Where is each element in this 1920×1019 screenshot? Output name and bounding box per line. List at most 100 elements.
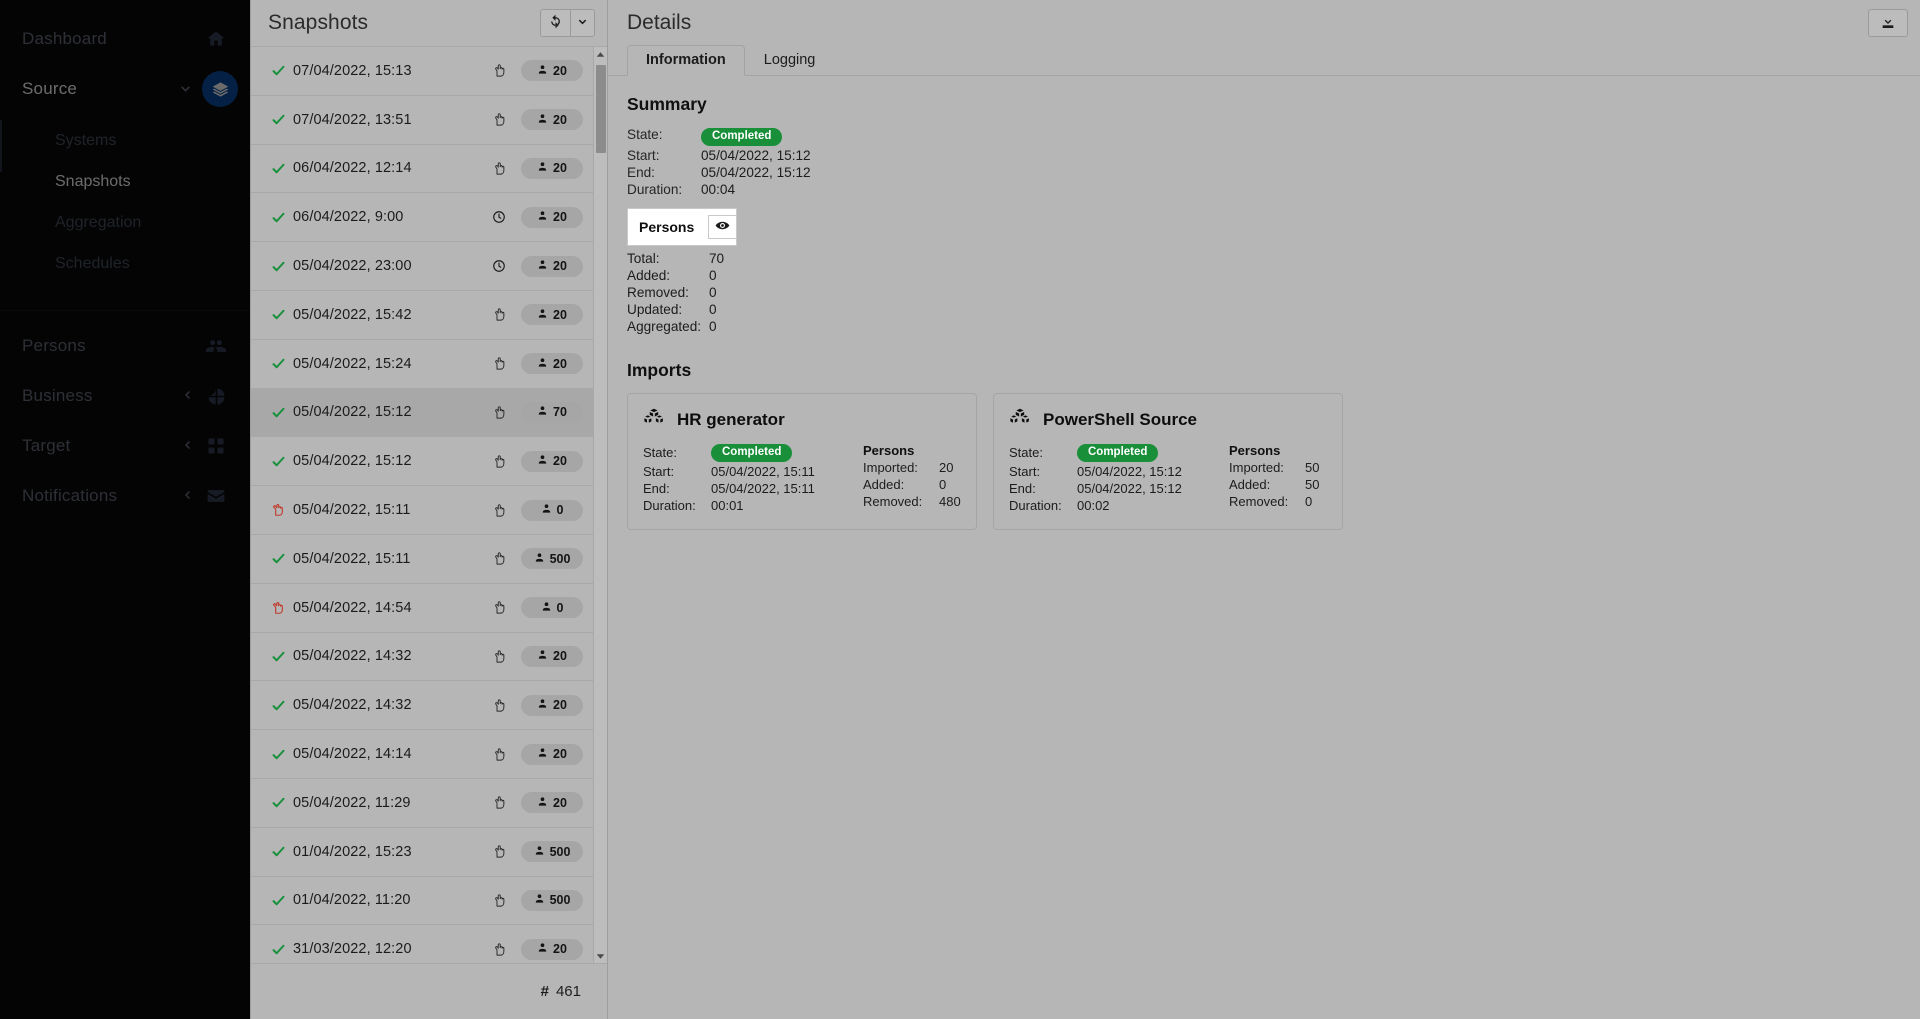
person-icon [537, 210, 548, 224]
active-group-indicator [0, 120, 2, 172]
persons-count-value: 20 [553, 795, 567, 810]
download-icon [1880, 14, 1896, 33]
snapshot-row[interactable]: 05/04/2022, 15:11 0 [251, 486, 593, 535]
download-button[interactable] [1868, 9, 1908, 37]
refresh-button-group [540, 9, 595, 37]
snapshot-row[interactable]: 07/04/2022, 15:13 20 [251, 47, 593, 96]
status-success-icon [271, 893, 293, 908]
snapshot-row[interactable]: 05/04/2022, 23:00 20 [251, 242, 593, 291]
persons-count-badge: 0 [521, 597, 583, 619]
sidebar-divider [0, 310, 250, 311]
persons-count-badge: 20 [521, 255, 583, 277]
sidebar-item-business[interactable]: Business [0, 371, 250, 421]
snapshot-row[interactable]: 05/04/2022, 15:24 20 [251, 340, 593, 389]
person-icon [537, 942, 548, 956]
sidebar-item-schedules[interactable]: Schedules [0, 243, 250, 284]
summary-heading: Summary [627, 94, 707, 114]
scroll-up-arrow[interactable] [594, 47, 607, 61]
refresh-button[interactable] [541, 10, 571, 36]
persons-count-value: 20 [553, 210, 567, 225]
snapshot-date: 06/04/2022, 12:14 [293, 160, 412, 177]
manual-trigger-icon [486, 405, 512, 420]
sidebar-item-aggregation[interactable]: Aggregation [0, 202, 250, 243]
persons-count-value: 70 [553, 405, 567, 420]
manual-trigger-icon [486, 649, 512, 664]
snapshot-date: 07/04/2022, 13:51 [293, 111, 412, 128]
summary-state-label: State: [627, 127, 663, 142]
status-success-icon [271, 454, 293, 469]
snapshot-row[interactable]: 05/04/2022, 14:32 20 [251, 681, 593, 731]
sidebar-item-source[interactable]: Source [0, 64, 250, 114]
persons-count-badge: 500 [521, 841, 583, 863]
tab-logging[interactable]: Logging [745, 45, 835, 76]
sidebar-item-target[interactable]: Target [0, 421, 250, 471]
snapshots-list-panel: Snapshots 07/04/2022, 15:13 20 07/04/2022,… [250, 0, 608, 1019]
persons-count-badge: 20 [521, 304, 583, 326]
import-card-header: HR generator [643, 406, 961, 434]
list-scrollbar[interactable] [593, 47, 607, 963]
refresh-options-button[interactable] [571, 10, 594, 36]
persons-stat-value: 0 [709, 268, 717, 283]
persons-stat-label: Aggregated: [627, 319, 702, 334]
snapshot-row[interactable]: 06/04/2022, 12:14 20 [251, 145, 593, 194]
sidebar-item-label: Business [22, 386, 93, 405]
sidebar-item-persons[interactable]: Persons [0, 321, 250, 371]
snapshot-row[interactable]: 31/03/2022, 12:20 20 [251, 925, 593, 963]
snapshot-row[interactable]: 01/04/2022, 11:20 500 [251, 877, 593, 926]
snapshot-row[interactable]: 05/04/2022, 15:42 20 [251, 291, 593, 340]
sidebar-item-systems[interactable]: Systems [0, 120, 250, 161]
person-icon [537, 698, 548, 712]
details-content: Summary State: Completed Start: 05/04/20… [608, 76, 1920, 1019]
persons-count-badge: 500 [521, 889, 583, 911]
snapshot-row[interactable]: 05/04/2022, 14:54 0 [251, 584, 593, 633]
sidebar-item-notifications[interactable]: Notifications [0, 471, 250, 521]
sidebar-item-dashboard[interactable]: Dashboard [0, 14, 250, 64]
snapshot-count-value: 461 [555, 983, 581, 1000]
imports-cards: HR generator State: Completed Start: 05/04/2… [627, 393, 1920, 530]
persons-stat-label: Updated: [627, 302, 683, 317]
snapshot-row[interactable]: 07/04/2022, 13:51 20 [251, 96, 593, 145]
persons-count-badge: 20 [521, 743, 583, 765]
scrollbar-thumb[interactable] [596, 65, 606, 153]
persons-count-value: 20 [553, 454, 567, 469]
snapshot-row[interactable]: 05/04/2022, 15:12 20 [251, 437, 593, 487]
import-state-label: State: [643, 445, 677, 460]
tab-information[interactable]: Information [627, 45, 745, 76]
import-card-persons: Persons Imported: 20 Added: 0 Removed: 480 [863, 443, 961, 513]
snapshot-row[interactable]: 05/04/2022, 15:11 500 [251, 535, 593, 584]
snapshot-row[interactable]: 05/04/2022, 11:29 20 [251, 779, 593, 828]
view-persons-button[interactable] [708, 215, 738, 239]
persons-count-value: 20 [553, 698, 567, 713]
manual-trigger-icon [486, 161, 512, 176]
snapshot-row[interactable]: 06/04/2022, 9:00 20 [251, 193, 593, 243]
persons-count-badge: 20 [521, 792, 583, 814]
persons-stats: Total: 70 Added: 0 Removed: 0 Updated: 0 Aggrega… [627, 251, 1920, 334]
person-icon [537, 454, 548, 468]
snapshot-row[interactable]: 05/04/2022, 15:12 70 [251, 388, 593, 438]
people-icon [204, 334, 228, 358]
snapshot-row[interactable]: 01/04/2022, 15:23 500 [251, 828, 593, 877]
persons-count-value: 20 [553, 259, 567, 274]
snapshot-row[interactable]: 05/04/2022, 14:32 20 [251, 633, 593, 682]
manual-trigger-icon [486, 307, 512, 322]
snapshot-date: 05/04/2022, 14:54 [293, 599, 412, 616]
chevron-down-icon [179, 82, 192, 97]
status-success-icon [271, 259, 293, 274]
snapshot-date: 01/04/2022, 15:23 [293, 843, 412, 860]
status-success-icon [271, 844, 293, 859]
manual-trigger-icon [486, 356, 512, 371]
sidebar-item-snapshots[interactable]: Snapshots [0, 161, 250, 202]
snapshot-date: 05/04/2022, 11:29 [293, 794, 411, 811]
persons-section-card: Persons [627, 208, 738, 246]
import-persons-heading: Persons [1229, 443, 1281, 458]
status-success-icon [271, 698, 293, 713]
status-success-icon [271, 210, 293, 225]
snapshot-row[interactable]: 05/04/2022, 14:14 20 [251, 730, 593, 779]
sidebar-item-label: Source [22, 79, 78, 98]
snapshot-date: 05/04/2022, 15:42 [293, 306, 412, 323]
import-persons-label: Added: [1229, 477, 1271, 492]
scroll-down-arrow[interactable] [594, 949, 607, 963]
person-icon [537, 161, 548, 175]
manual-trigger-icon [486, 112, 512, 127]
snapshot-date: 05/04/2022, 14:32 [293, 697, 412, 714]
